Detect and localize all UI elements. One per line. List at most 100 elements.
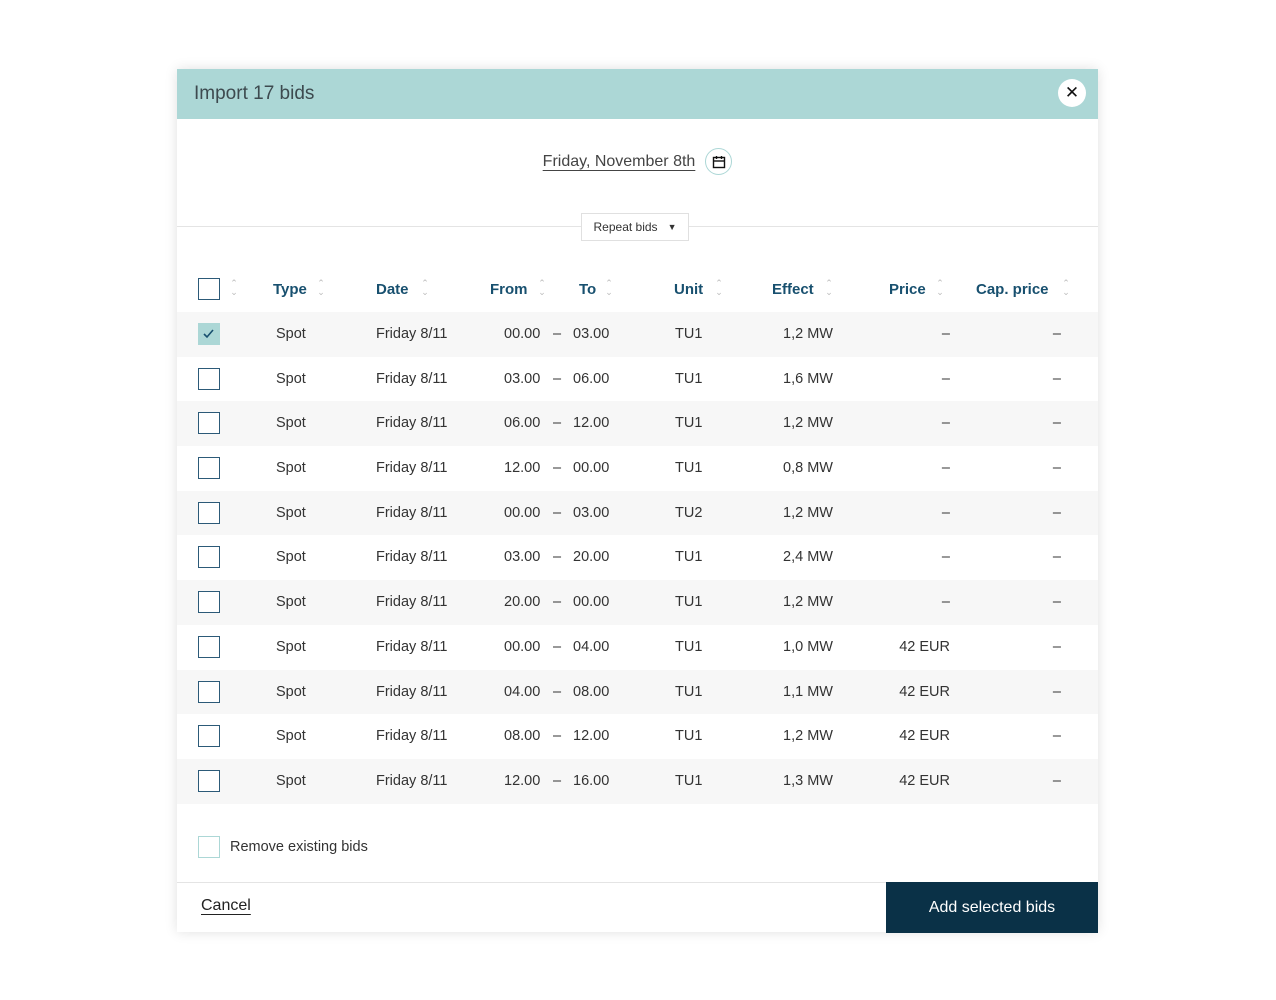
cell-unit: TU1 [675, 326, 703, 342]
table-row[interactable]: Spot Friday 8/11 04.00 – 08.00 TU1 1,1 M… [177, 669, 1098, 715]
sort-icon[interactable]: ⌃ ⌄ [229, 279, 239, 299]
sort-icon[interactable]: ⌃ ⌄ [935, 279, 945, 299]
cell-to: 12.00 [573, 415, 610, 432]
cell-from: 00.00 [504, 326, 541, 342]
row-checkbox[interactable] [198, 367, 220, 390]
cell-from: 08.00 [504, 728, 541, 745]
range-separator: – [553, 460, 562, 477]
column-header[interactable]: To [579, 281, 596, 298]
sort-icon[interactable]: ⌃ ⌄ [537, 279, 547, 299]
remove-existing-bids-option[interactable]: Remove existing bids [198, 836, 368, 858]
cell-cap-price: – [1052, 549, 1061, 566]
column-header[interactable]: Date [376, 281, 409, 298]
range-separator: – [553, 549, 562, 566]
column-header[interactable]: Type [273, 281, 307, 298]
cell-from: 20.00 [504, 594, 541, 611]
row-checkbox[interactable] [198, 769, 220, 792]
remove-existing-checkbox[interactable] [198, 836, 220, 858]
table-row[interactable]: Spot Friday 8/11 00.00 – 03.00 TU2 1,2 M… [177, 490, 1098, 536]
cell-to: 00.00 [573, 594, 610, 611]
sort-icon[interactable]: ⌃ ⌄ [316, 279, 326, 299]
cell-cap-price: – [1052, 683, 1061, 700]
cell-from: 12.00 [504, 460, 541, 477]
sort-icon[interactable]: ⌃ ⌄ [714, 279, 724, 299]
sort-icon[interactable]: ⌃ ⌄ [604, 279, 614, 299]
chevron-down-icon: ▼ [667, 222, 677, 232]
cell-effect: 0,8 MW [783, 460, 833, 477]
table-header: ⌃ ⌄ Type ⌃ ⌄ Date ⌃ ⌄ From ⌃ ⌄ To ⌃ ⌄ Unit ⌃ ⌄ Effect ⌃ ⌄ Pr… [177, 275, 1098, 305]
column-header[interactable]: Cap. price [976, 281, 1049, 298]
cell-effect: 1,0 MW [783, 638, 833, 655]
cancel-button[interactable]: Cancel [201, 897, 251, 915]
cell-price: 42 EUR [899, 683, 950, 700]
cell-price: 42 EUR [899, 728, 950, 745]
cell-to: 03.00 [573, 504, 610, 521]
add-selected-bids-button[interactable]: Add selected bids [886, 882, 1098, 933]
range-separator: – [553, 594, 562, 611]
cell-type: Spot [276, 326, 306, 342]
row-checkbox[interactable] [198, 591, 220, 614]
cell-effect: 1,1 MW [783, 683, 833, 700]
column-header[interactable]: Unit [674, 281, 703, 298]
table-row[interactable]: Spot Friday 8/11 00.00 – 03.00 TU1 1,2 M… [177, 312, 1098, 357]
cell-to: 16.00 [573, 772, 610, 789]
cell-price: – [941, 370, 950, 387]
cell-type: Spot [276, 415, 306, 432]
row-checkbox[interactable] [198, 635, 220, 658]
remove-existing-label: Remove existing bids [230, 839, 368, 855]
close-button[interactable]: ✕ [1058, 79, 1086, 107]
table-row[interactable]: Spot Friday 8/11 12.00 – 16.00 TU1 1,3 M… [177, 758, 1098, 804]
table-row[interactable]: Spot Friday 8/11 00.00 – 04.00 TU1 1,0 M… [177, 625, 1098, 670]
cell-to: 03.00 [573, 326, 610, 342]
cell-type: Spot [276, 549, 306, 566]
cell-effect: 1,3 MW [783, 772, 833, 789]
cell-price: 42 EUR [899, 638, 950, 655]
column-header[interactable]: Effect [772, 281, 814, 298]
cell-date: Friday 8/11 [376, 638, 448, 655]
cell-type: Spot [276, 772, 306, 789]
range-separator: – [553, 415, 562, 432]
row-checkbox[interactable] [198, 501, 220, 524]
row-checkbox[interactable] [198, 546, 220, 569]
close-icon: ✕ [1064, 83, 1080, 102]
cell-date: Friday 8/11 [376, 772, 448, 789]
table-row[interactable]: Spot Friday 8/11 20.00 – 00.00 TU1 1,2 M… [177, 580, 1098, 625]
row-checkbox[interactable] [198, 323, 220, 345]
cell-from: 03.00 [504, 549, 541, 566]
check-icon [203, 329, 214, 339]
cell-date: Friday 8/11 [376, 549, 448, 566]
cell-date: Friday 8/11 [376, 683, 448, 700]
cell-price: – [941, 460, 950, 477]
select-all-checkbox[interactable] [198, 278, 220, 300]
cell-unit: TU1 [675, 638, 703, 655]
sort-icon[interactable]: ⌃ ⌄ [824, 279, 834, 299]
cell-type: Spot [276, 370, 306, 387]
cell-cap-price: – [1052, 728, 1061, 745]
calendar-icon [712, 155, 726, 168]
sort-icon[interactable]: ⌃ ⌄ [1061, 279, 1071, 299]
table-row[interactable]: Spot Friday 8/11 03.00 – 20.00 TU1 2,4 M… [177, 535, 1098, 580]
cell-effect: 1,2 MW [783, 415, 833, 432]
cell-from: 12.00 [504, 772, 541, 789]
sort-icon[interactable]: ⌃ ⌄ [420, 279, 430, 299]
cell-unit: TU1 [675, 370, 703, 387]
table-row[interactable]: Spot Friday 8/11 12.00 – 00.00 TU1 0,8 M… [177, 446, 1098, 491]
cell-cap-price: – [1052, 460, 1061, 477]
calendar-button[interactable] [705, 148, 733, 175]
repeat-bids-dropdown[interactable]: Repeat bids ▼ [581, 213, 689, 241]
table-row[interactable]: Spot Friday 8/11 06.00 – 12.00 TU1 1,2 M… [177, 401, 1098, 447]
repeat-bids-label: Repeat bids [593, 220, 658, 234]
cell-cap-price: – [1052, 772, 1061, 789]
row-checkbox[interactable] [198, 725, 220, 748]
table-row[interactable]: Spot Friday 8/11 03.00 – 06.00 TU1 1,6 M… [177, 357, 1098, 402]
cell-from: 06.00 [504, 415, 541, 432]
table-row[interactable]: Spot Friday 8/11 08.00 – 12.00 TU1 1,2 M… [177, 714, 1098, 759]
cell-price: – [941, 549, 950, 566]
column-header[interactable]: Price [889, 281, 926, 298]
column-header[interactable]: From [490, 281, 528, 298]
row-checkbox[interactable] [198, 680, 220, 703]
cell-price: – [941, 415, 950, 432]
date-link[interactable]: Friday, November 8th [543, 153, 696, 171]
row-checkbox[interactable] [198, 457, 220, 480]
row-checkbox[interactable] [198, 412, 220, 435]
